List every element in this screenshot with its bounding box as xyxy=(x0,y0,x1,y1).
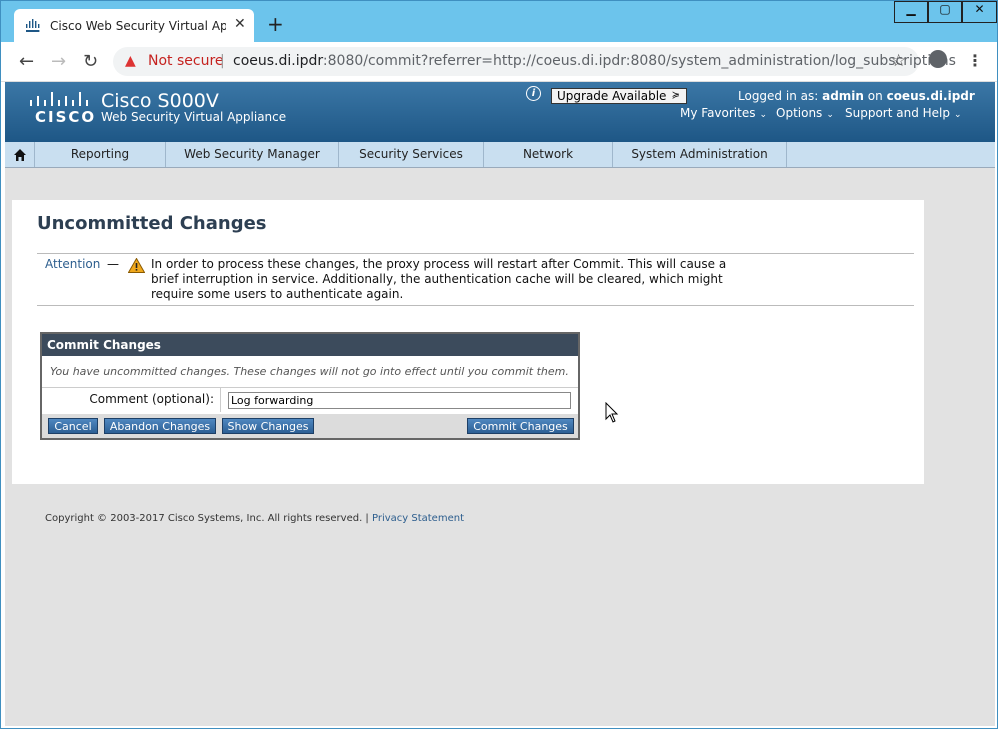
new-tab-icon[interactable]: + xyxy=(267,14,284,34)
cell-divider xyxy=(220,388,221,412)
abandon-changes-button[interactable]: Abandon Changes xyxy=(104,418,216,434)
attention-dash: — xyxy=(107,257,119,271)
support-help-label: Support and Help xyxy=(845,106,950,120)
nav-web-security-manager[interactable]: Web Security Manager xyxy=(166,142,339,167)
logged-in-prefix: Logged in as: xyxy=(738,89,819,103)
show-changes-button[interactable]: Show Changes xyxy=(222,418,314,434)
main-nav: Reporting Web Security Manager Security … xyxy=(5,142,995,168)
maximize-window-button[interactable]: ▢ xyxy=(928,1,962,23)
app-header: CISCO Cisco S000V Web Security Virtual A… xyxy=(5,82,995,142)
close-window-button[interactable]: ✕ xyxy=(962,1,997,23)
browser-window: Cisco Web Security Virtual Applia ✕ + ▁ … xyxy=(0,0,998,729)
commit-changes-heading: Commit Changes xyxy=(42,334,578,356)
nav-reporting[interactable]: Reporting xyxy=(35,142,166,167)
my-favorites-label: My Favorites xyxy=(680,106,756,120)
row-divider xyxy=(42,387,578,388)
commit-changes-button[interactable]: Commit Changes xyxy=(467,418,574,434)
cancel-button[interactable]: Cancel xyxy=(48,418,98,434)
dropdown-arrow-icon: ⌄ xyxy=(759,110,768,120)
browser-tab[interactable]: Cisco Web Security Virtual Applia ✕ xyxy=(14,9,254,42)
divider xyxy=(37,305,914,306)
forward-icon[interactable]: → xyxy=(51,51,66,72)
support-help-menu[interactable]: Support and Help ⌄ xyxy=(845,106,962,120)
upgrade-available-dropdown[interactable]: Upgrade Available ≽ xyxy=(551,88,687,104)
comment-input[interactable] xyxy=(228,392,571,409)
copyright-text: Copyright © 2003-2017 Cisco Systems, Inc… xyxy=(45,513,369,524)
cisco-logo-text: CISCO xyxy=(35,108,97,126)
logged-in-host: coeus.di.ipdr xyxy=(886,89,975,103)
logged-in-on: on xyxy=(867,89,883,103)
browser-menu-icon[interactable]: ⋮ xyxy=(967,51,983,70)
comment-label: Comment (optional): xyxy=(89,392,214,406)
home-glyph-icon xyxy=(14,149,26,161)
home-icon[interactable] xyxy=(5,142,35,167)
nav-network[interactable]: Network xyxy=(484,142,613,167)
url-path: :8080/commit?referrer=http://coeus.di.ip… xyxy=(322,53,956,69)
tab-title: Cisco Web Security Virtual Applia xyxy=(50,19,226,33)
url-text: coeus.di.ipdr:8080/commit?referrer=http:… xyxy=(233,53,956,69)
chevron-down-icon: ≽ xyxy=(671,90,680,101)
page-title: Uncommitted Changes xyxy=(37,213,267,234)
privacy-statement-link[interactable]: Privacy Statement xyxy=(372,513,464,524)
options-label: Options xyxy=(776,106,823,120)
back-icon[interactable]: ← xyxy=(19,51,34,72)
options-menu[interactable]: Options ⌄ xyxy=(776,106,834,120)
reload-icon[interactable]: ↻ xyxy=(83,51,98,72)
logged-in-status: Logged in as: admin on coeus.di.ipdr xyxy=(738,89,975,103)
tab-close-icon[interactable]: ✕ xyxy=(234,16,246,32)
nav-system-administration[interactable]: System Administration xyxy=(613,142,787,167)
warning-icon xyxy=(128,258,145,273)
my-favorites-menu[interactable]: My Favorites ⌄ xyxy=(680,106,767,120)
button-row: Cancel Abandon Changes Show Changes Comm… xyxy=(42,414,578,438)
not-secure-label: Not secure xyxy=(148,53,224,69)
commit-note: You have uncommitted changes. These chan… xyxy=(50,365,569,378)
cisco-favicon-icon xyxy=(26,19,40,32)
address-bar[interactable]: ▲ Not secure | coeus.di.ipdr:8080/commit… xyxy=(113,47,956,76)
dropdown-arrow-icon: ⌄ xyxy=(826,110,834,120)
attention-label: Attention xyxy=(45,257,101,271)
logged-in-user: admin xyxy=(822,89,864,103)
cisco-logo-bars-icon xyxy=(30,92,88,106)
product-name: Cisco S000V xyxy=(101,90,219,112)
bookmark-star-icon[interactable]: ☆ xyxy=(891,51,906,71)
info-icon[interactable]: i xyxy=(526,86,541,101)
tab-strip: Cisco Web Security Virtual Applia ✕ + ▁ … xyxy=(1,1,997,42)
browser-toolbar: ← → ↻ ▲ Not secure | coeus.di.ipdr:8080/… xyxy=(1,42,997,82)
mouse-cursor-icon xyxy=(605,402,619,423)
minimize-window-button[interactable]: ▁ xyxy=(894,1,928,23)
divider xyxy=(37,253,914,254)
upgrade-label: Upgrade Available xyxy=(557,89,667,103)
attention-message: In order to process these changes, the p… xyxy=(151,257,727,301)
url-host: coeus.di.ipdr xyxy=(233,53,323,69)
footer: Copyright © 2003-2017 Cisco Systems, Inc… xyxy=(45,513,464,524)
address-separator: | xyxy=(220,53,225,69)
profile-avatar-icon[interactable] xyxy=(929,50,947,68)
nav-security-services[interactable]: Security Services xyxy=(339,142,484,167)
dropdown-arrow-icon: ⌄ xyxy=(954,110,962,120)
commit-changes-box: Commit Changes You have uncommitted chan… xyxy=(40,332,580,440)
warning-triangle-icon: ▲ xyxy=(125,53,136,69)
product-subtitle: Web Security Virtual Appliance xyxy=(101,110,287,124)
